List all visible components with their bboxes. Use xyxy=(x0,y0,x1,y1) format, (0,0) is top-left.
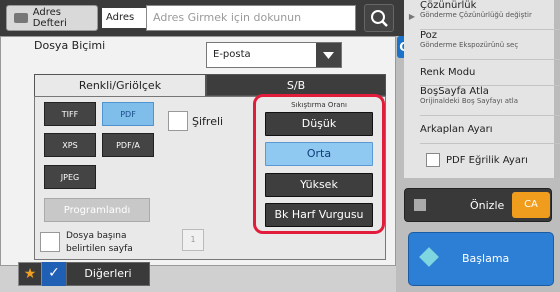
compression-medium-button[interactable]: Orta xyxy=(265,142,373,166)
tab-bw[interactable]: S/B xyxy=(206,74,386,96)
start-label: Başlama xyxy=(462,252,510,265)
encrypted-checkbox[interactable] xyxy=(168,111,188,131)
address-label: Adres xyxy=(102,8,146,28)
setting-blank-page-skip-subtitle: Orijinaldeki Boş Sayfayı atla xyxy=(420,97,519,105)
address-input[interactable]: Adres Girmek için dokunun xyxy=(146,5,356,31)
search-button[interactable] xyxy=(364,4,394,32)
setting-color-mode[interactable]: Renk Modu xyxy=(420,60,560,86)
address-book-button[interactable]: Adres Defteri xyxy=(6,5,98,31)
setting-background-title: Arkaplan Ayarı xyxy=(420,124,493,135)
encrypted-label: Şifreli xyxy=(192,115,224,128)
format-pdf-button[interactable]: PDF xyxy=(102,102,154,126)
file-format-dropdown-button[interactable] xyxy=(316,43,341,67)
setting-color-mode-title: Renk Modu xyxy=(420,67,476,78)
compression-title: Sıkıştırma Oranı xyxy=(291,101,347,109)
setting-resolution-title: Çözünürlük xyxy=(420,0,477,11)
search-icon xyxy=(371,10,388,27)
preview-label: Önizle xyxy=(470,199,505,212)
star-icon[interactable]: ★ xyxy=(18,262,42,286)
format-jpeg-button[interactable]: JPEG xyxy=(44,165,96,189)
format-pdfa-button[interactable]: PDF/A xyxy=(102,133,154,157)
pages-per-file-checkbox[interactable] xyxy=(40,232,60,252)
setting-resolution-subtitle: Gönderme Çözünürlüğü değiştir xyxy=(420,11,532,19)
preview-icon xyxy=(414,199,426,211)
address-book-icon xyxy=(14,13,28,23)
format-xps-button[interactable]: XPS xyxy=(44,133,96,157)
chevron-down-icon xyxy=(323,52,334,59)
skew-adjust-label: PDF Eğrilik Ayarı xyxy=(446,155,528,166)
format-tiff-button[interactable]: TIFF xyxy=(44,102,96,126)
check-icon[interactable]: ✓ xyxy=(42,262,66,286)
skew-adjust-checkbox[interactable] xyxy=(426,153,440,167)
others-button[interactable]: Diğerleri xyxy=(66,262,150,286)
file-format-label: Dosya Biçimi xyxy=(34,39,106,52)
programmed-button[interactable]: Programlandı xyxy=(44,198,150,222)
clear-all-button[interactable]: CA xyxy=(512,192,550,218)
setting-exposure[interactable]: Poz Gönderme Ekspozürünü seç xyxy=(420,30,560,60)
setting-exposure-subtitle: Gönderme Ekspozürünü seç xyxy=(420,41,519,49)
pages-per-file-input[interactable]: 1 xyxy=(182,229,204,251)
setting-blank-page-skip[interactable]: BoşSayfa Atla Orijinaldeki Boş Sayfayı at… xyxy=(420,86,560,116)
compression-text-emphasis-button[interactable]: Bk Harf Vurgusu xyxy=(265,203,373,227)
address-book-label: Adres Defteri xyxy=(32,7,67,29)
setting-blank-page-skip-title: BoşSayfa Atla xyxy=(420,86,489,97)
setting-background[interactable]: Arkaplan Ayarı xyxy=(420,116,560,144)
compression-high-button[interactable]: Yüksek xyxy=(265,173,373,197)
tab-color-grayscale[interactable]: Renkli/Griölçek xyxy=(34,74,206,96)
setting-resolution[interactable]: Çözünürlük Gönderme Çözünürlüğü değiştir xyxy=(420,0,560,30)
compression-low-button[interactable]: Düşük xyxy=(265,112,373,136)
panel-collapse-icon[interactable]: ▶ xyxy=(404,12,420,21)
setting-exposure-title: Poz xyxy=(420,30,438,41)
pages-per-file-label: Dosya başına belirtilen sayfa xyxy=(66,231,133,254)
